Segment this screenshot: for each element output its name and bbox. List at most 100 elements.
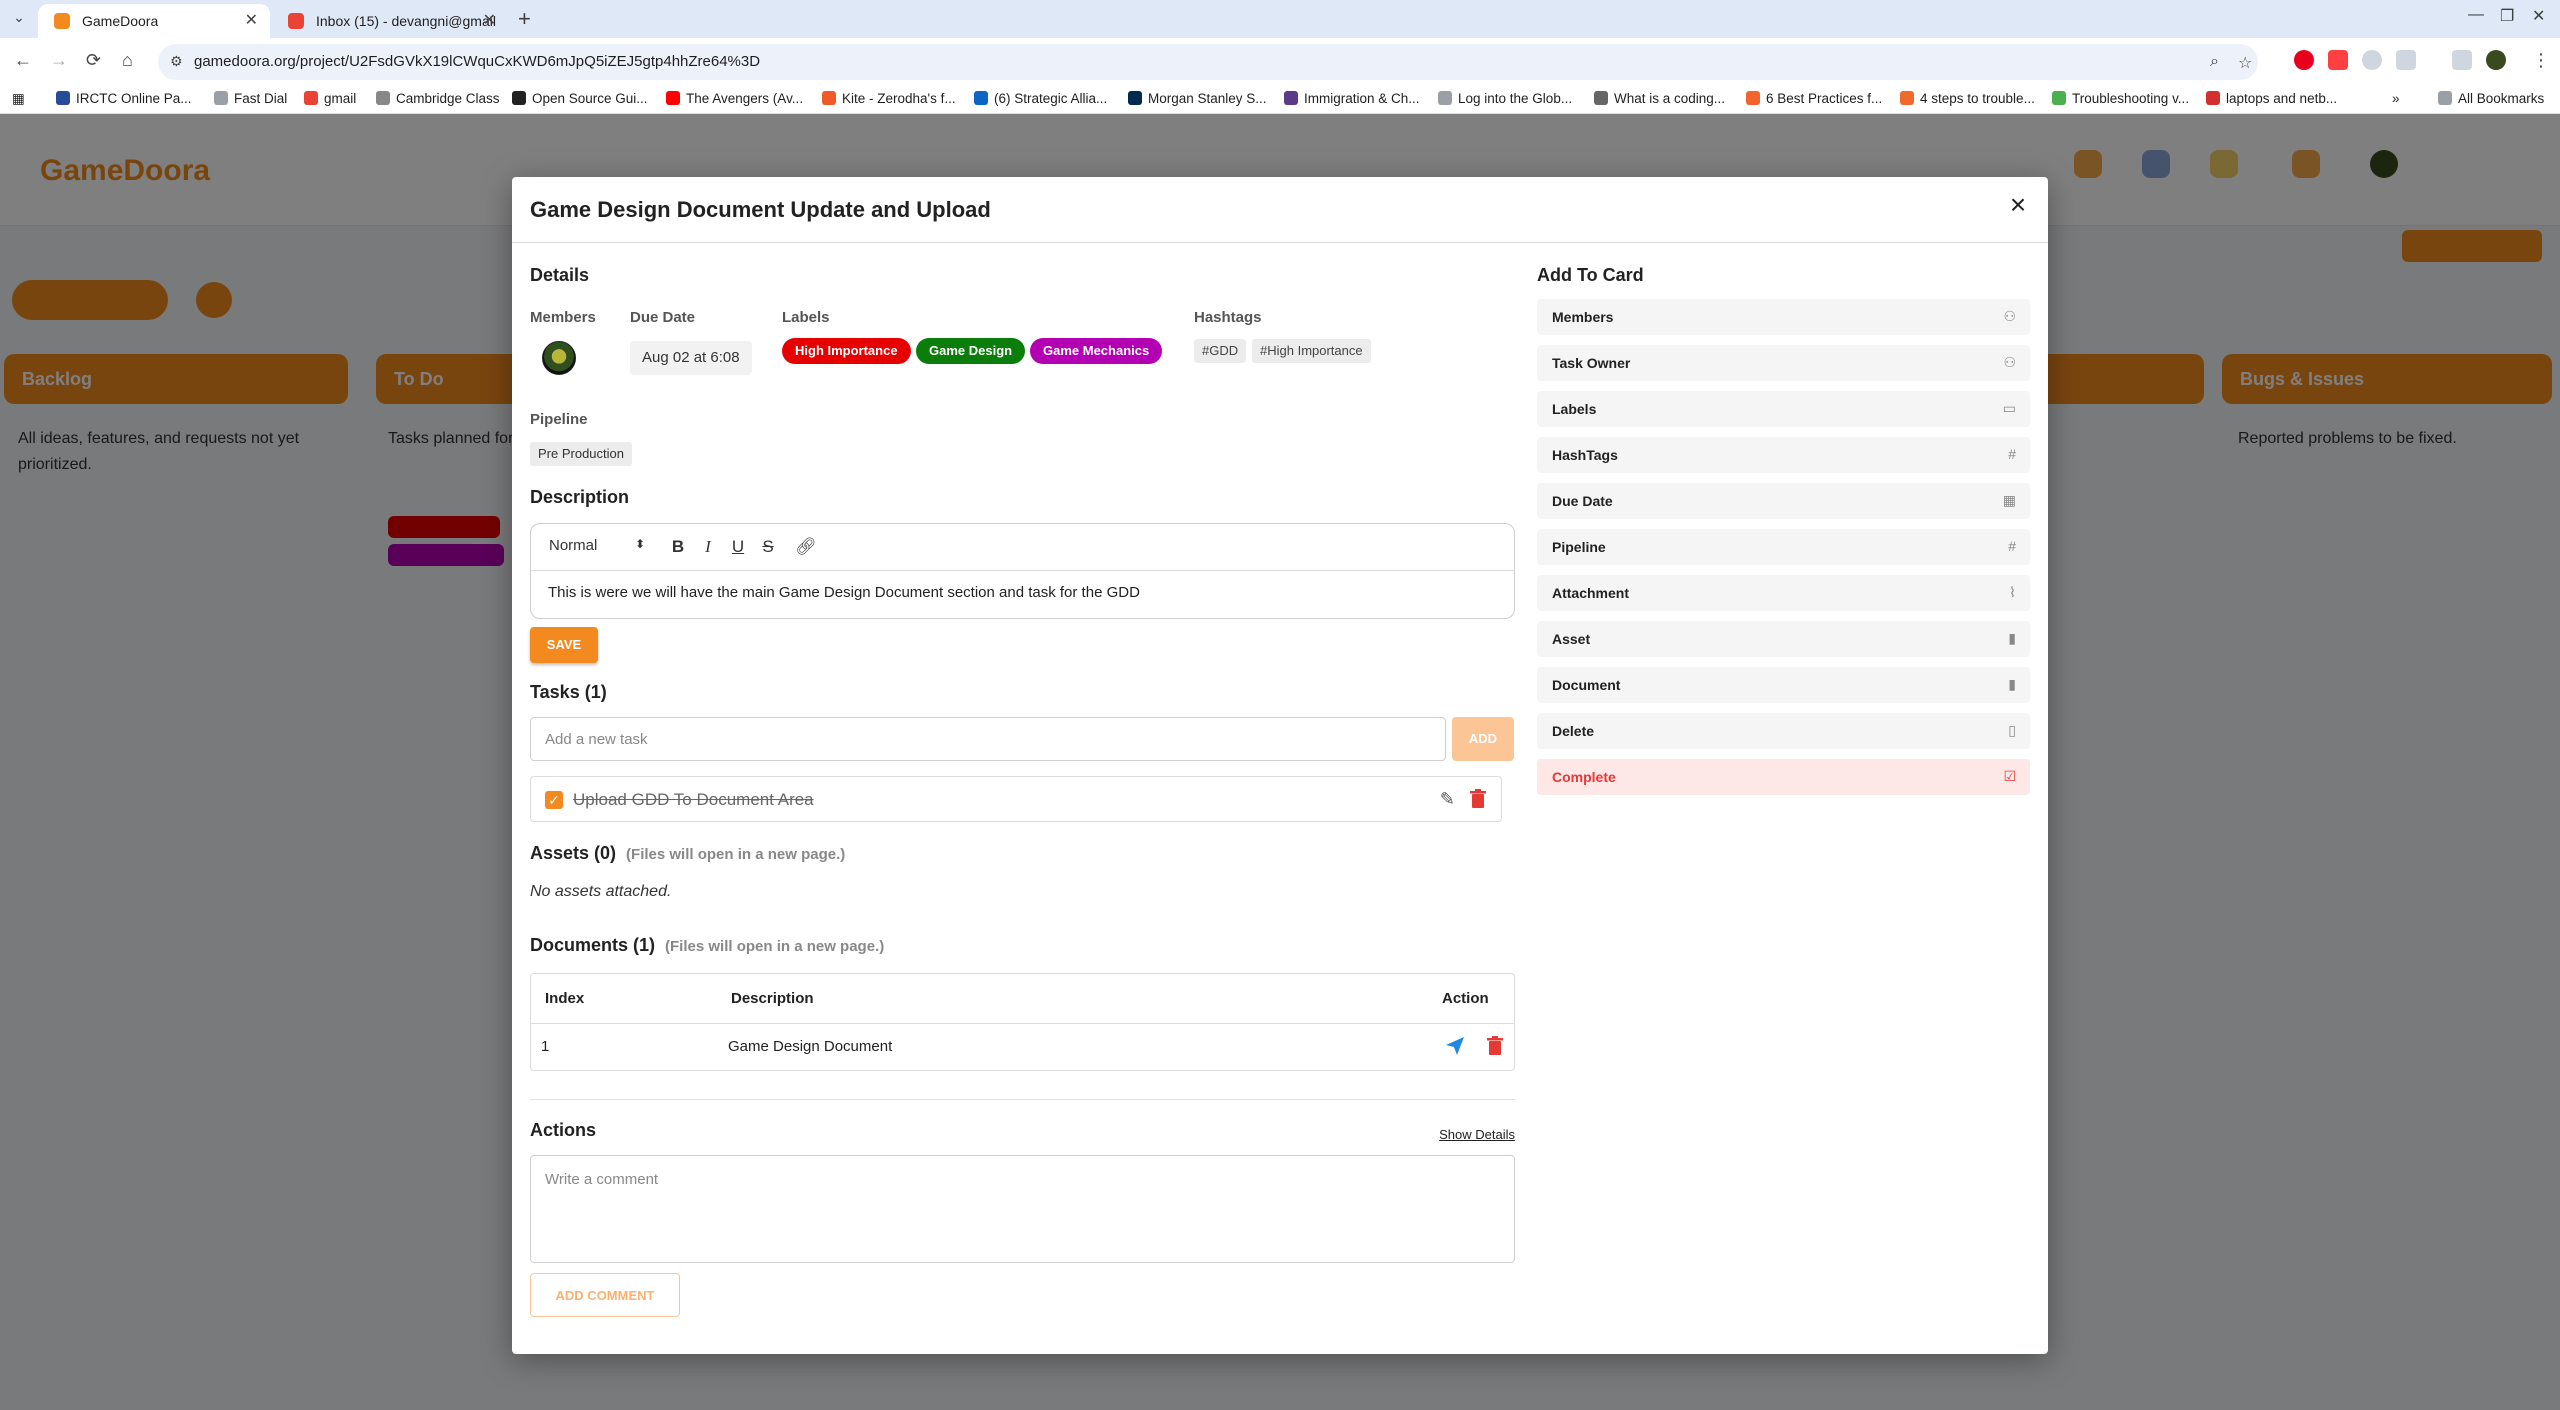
- extensions-puzzle-icon[interactable]: [2396, 50, 2416, 70]
- hashtag-chip[interactable]: #GDD: [1194, 339, 1247, 363]
- task-input-placeholder: Add a new task: [545, 731, 648, 748]
- due-date-chip[interactable]: Aug 02 at 6:08: [630, 341, 752, 375]
- hashtag-chip[interactable]: #High Importance: [1252, 339, 1371, 363]
- add-labels-button[interactable]: Labels ▭: [1537, 391, 2030, 427]
- add-asset-button[interactable]: Asset ▮: [1537, 621, 2030, 657]
- bookmark-favicon-icon: [2052, 91, 2066, 105]
- download-icon[interactable]: [2452, 50, 2472, 70]
- bold-icon[interactable]: B: [667, 535, 689, 559]
- bookmark-item[interactable]: 6 Best Practices f...: [1746, 91, 1882, 106]
- folder-icon: [214, 91, 228, 105]
- reload-icon[interactable]: ⟳: [86, 50, 101, 71]
- bookmark-item[interactable]: laptops and netb...: [2206, 91, 2337, 106]
- tab-search-icon[interactable]: ⌄: [8, 9, 30, 29]
- italic-icon[interactable]: I: [697, 535, 719, 559]
- label-high-importance[interactable]: High Importance: [782, 338, 911, 364]
- file-icon: ▮: [2008, 630, 2016, 646]
- bookmark-favicon-icon: [2206, 91, 2220, 105]
- close-tab-icon[interactable]: ✕: [483, 4, 496, 38]
- task-checkbox[interactable]: ✓: [545, 791, 563, 809]
- tasks-heading: Tasks (1): [530, 682, 607, 702]
- site-info-icon[interactable]: ⚙: [170, 53, 183, 70]
- description-text[interactable]: This is were we will have the main Game …: [548, 584, 1140, 601]
- bookmark-star-icon[interactable]: ☆: [2238, 53, 2252, 73]
- modal-header: Game Design Document Update and Upload ×: [512, 177, 2048, 243]
- browser-tab-gamedoora[interactable]: GameDoora ✕: [38, 4, 270, 38]
- text-format-select[interactable]: Normal ⬍: [549, 537, 645, 554]
- bookmark-item[interactable]: 4 steps to trouble...: [1900, 91, 2035, 106]
- record-extension-icon[interactable]: [2328, 50, 2348, 70]
- comment-input[interactable]: Write a comment: [530, 1155, 1515, 1263]
- bookmark-item[interactable]: Morgan Stanley S...: [1128, 91, 1267, 106]
- labels-label: Labels: [782, 309, 830, 326]
- bookmark-item[interactable]: The Avengers (Av...: [666, 91, 803, 106]
- section-divider: [530, 1099, 1515, 1100]
- more-bookmarks-icon[interactable]: »: [2392, 91, 2400, 106]
- editor-toolbar: Normal ⬍ B I U S 🔗︎: [531, 524, 1514, 571]
- show-details-link[interactable]: Show Details: [1439, 1127, 1515, 1142]
- add-members-button[interactable]: Members ⚇: [1537, 299, 2030, 335]
- bookmark-item[interactable]: (6) Strategic Allia...: [974, 91, 1107, 106]
- underline-icon[interactable]: U: [727, 535, 749, 559]
- trash-icon[interactable]: [1469, 789, 1487, 809]
- bookmark-item[interactable]: Log into the Glob...: [1438, 91, 1572, 106]
- label-game-design[interactable]: Game Design: [916, 338, 1026, 364]
- bookmark-item[interactable]: Kite - Zerodha's f...: [822, 91, 956, 106]
- trash-icon[interactable]: [1486, 1036, 1504, 1056]
- browser-tab-inbox[interactable]: Inbox (15) - devangni@gmail ✕: [272, 4, 508, 38]
- forward-icon[interactable]: →: [50, 50, 68, 71]
- member-avatar[interactable]: [542, 341, 576, 375]
- add-document-button[interactable]: Document ▮: [1537, 667, 2030, 703]
- close-tab-icon[interactable]: ✕: [245, 4, 258, 38]
- opera-extension-icon[interactable]: [2294, 50, 2314, 70]
- add-hashtags-button[interactable]: HashTags #: [1537, 437, 2030, 473]
- restore-icon[interactable]: ❐: [2500, 6, 2514, 26]
- send-icon[interactable]: [1445, 1036, 1465, 1056]
- bookmark-item[interactable]: gmail: [304, 91, 356, 106]
- bookmark-favicon-icon: [56, 91, 70, 105]
- extension-icon[interactable]: [2362, 50, 2382, 70]
- description-editor[interactable]: Normal ⬍ B I U S 🔗︎ This is were we will…: [530, 523, 1515, 619]
- add-pipeline-button[interactable]: Pipeline #: [1537, 529, 2030, 565]
- bookmark-folder[interactable]: Fast Dial: [214, 91, 287, 106]
- pencil-icon[interactable]: ✎: [1440, 789, 1455, 810]
- column-header-description: Description: [731, 990, 814, 1007]
- pipeline-chip[interactable]: Pre Production: [530, 442, 632, 466]
- menu-kebab-icon[interactable]: ⋮: [2532, 50, 2550, 71]
- bookmark-item[interactable]: What is a coding...: [1594, 91, 1725, 106]
- details-heading: Details: [530, 265, 590, 285]
- add-attachment-button[interactable]: Attachment ⌇: [1537, 575, 2030, 611]
- bookmark-item[interactable]: Immigration & Ch...: [1284, 91, 1420, 106]
- add-task-owner-button[interactable]: Task Owner ⚇: [1537, 345, 2030, 381]
- address-bar[interactable]: ⚙ gamedoora.org/project/U2FsdGVkX19lCWqu…: [158, 44, 2258, 80]
- bookmark-item[interactable]: IRCTC Online Pa...: [56, 91, 192, 106]
- bookmark-item[interactable]: Open Source Gui...: [512, 91, 648, 106]
- complete-card-button[interactable]: Complete ☑: [1537, 759, 2030, 795]
- add-due-date-button[interactable]: Due Date ▦: [1537, 483, 2030, 519]
- person-icon: ⚇: [2003, 308, 2016, 324]
- new-task-input[interactable]: Add a new task: [530, 717, 1446, 761]
- pipeline-label: Pipeline: [530, 411, 588, 428]
- home-icon[interactable]: ⌂: [122, 50, 133, 71]
- apps-grid-icon[interactable]: ▦: [12, 91, 25, 107]
- close-icon[interactable]: ×: [2002, 189, 2034, 221]
- label-game-mechanics[interactable]: Game Mechanics: [1030, 338, 1163, 364]
- strikethrough-icon[interactable]: S: [757, 535, 779, 559]
- close-window-icon[interactable]: ✕: [2532, 6, 2545, 26]
- bookmark-item[interactable]: Troubleshooting v...: [2052, 91, 2189, 106]
- link-icon[interactable]: 🔗︎: [795, 535, 817, 559]
- assets-subtitle: (Files will open in a new page.): [626, 846, 846, 863]
- new-tab-icon[interactable]: +: [518, 6, 531, 32]
- bookmark-item[interactable]: Cambridge Class: [376, 91, 500, 106]
- delete-card-button[interactable]: Delete ▯: [1537, 713, 2030, 749]
- add-comment-button[interactable]: ADD COMMENT: [530, 1273, 680, 1317]
- add-to-card-heading: Add To Card: [1537, 265, 1644, 285]
- add-task-button[interactable]: ADD: [1452, 717, 1514, 761]
- all-bookmarks[interactable]: All Bookmarks: [2438, 91, 2544, 106]
- back-icon[interactable]: ←: [14, 50, 32, 71]
- minimize-icon[interactable]: —: [2468, 6, 2484, 24]
- zoom-icon[interactable]: ⌕: [2210, 53, 2219, 71]
- profile-avatar[interactable]: [2486, 50, 2506, 70]
- save-button[interactable]: SAVE: [530, 627, 598, 663]
- url-text: gamedoora.org/project/U2FsdGVkX19lCWquCx…: [194, 53, 761, 70]
